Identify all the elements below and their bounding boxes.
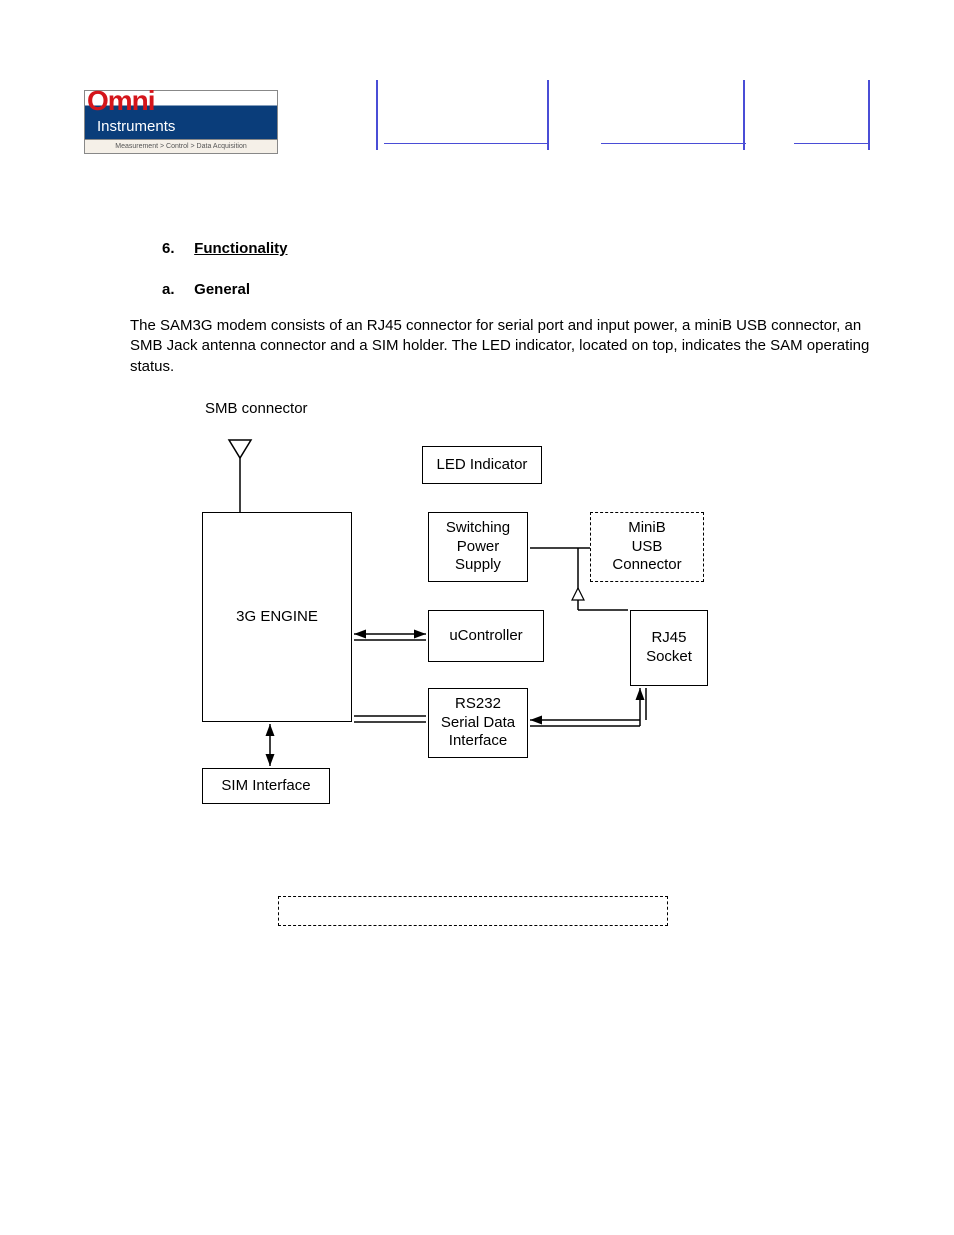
header-divider-4 xyxy=(868,80,870,150)
header-divider-1 xyxy=(376,80,378,150)
header-divider-3 xyxy=(743,80,745,150)
diagram-connectors xyxy=(130,400,830,940)
header-rule-2 xyxy=(601,143,746,144)
body-paragraph: The SAM3G modem consists of an RJ45 conn… xyxy=(130,316,870,377)
content-area: 6. Functionality a. General The SAM3G mo… xyxy=(140,240,870,417)
section-number: 6. xyxy=(162,240,190,257)
header-divider-2 xyxy=(547,80,549,150)
logo-brand-top: Omni xyxy=(87,85,155,117)
section-title: Functionality xyxy=(194,240,287,257)
box-empty-dashed xyxy=(278,896,668,926)
logo-brand-bottom: Instruments xyxy=(97,118,175,135)
subsection-title: General xyxy=(194,281,250,298)
header-rule-1 xyxy=(384,143,549,144)
logo-tagline: Measurement > Control > Data Acquisition xyxy=(85,139,277,153)
block-diagram: SMB connector 3G ENGINE LED Indicator Sw… xyxy=(130,400,830,940)
subsection-letter: a. xyxy=(162,281,190,298)
page-header: Omni Instruments Measurement > Control >… xyxy=(84,84,870,154)
header-rule-3 xyxy=(794,143,869,144)
subsection-heading: a. General xyxy=(162,281,870,298)
section-heading: 6. Functionality xyxy=(140,240,870,257)
company-logo: Omni Instruments Measurement > Control >… xyxy=(84,90,278,154)
